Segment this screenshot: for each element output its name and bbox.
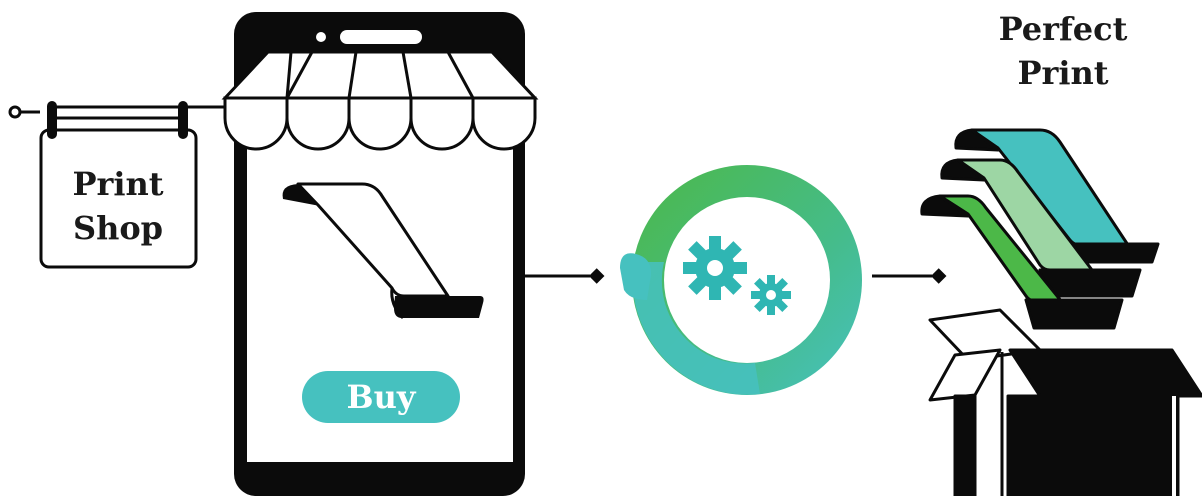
connector-left bbox=[525, 268, 605, 284]
print-flow-diagram: Print Shop Buy Perfect Print bbox=[8, 10, 1202, 496]
open-box-icon bbox=[928, 308, 1202, 496]
result-title-line1: Perfect bbox=[999, 10, 1128, 48]
buy-button-label[interactable]: Buy bbox=[347, 378, 417, 416]
buy-button[interactable]: Buy bbox=[302, 371, 460, 423]
result-group: Perfect Print bbox=[920, 10, 1202, 496]
printed-sheets-icon bbox=[920, 128, 1160, 330]
shop-awning-icon bbox=[221, 50, 539, 151]
phone-camera-icon bbox=[316, 32, 326, 42]
sign-text-line2: Shop bbox=[73, 209, 163, 247]
connector-right bbox=[872, 268, 947, 284]
phone-storefront: Buy bbox=[221, 12, 539, 496]
shop-sign: Print Shop bbox=[8, 101, 238, 269]
processing-ring bbox=[620, 165, 862, 395]
sign-text-line1: Print bbox=[72, 165, 163, 203]
phone-speaker-icon bbox=[340, 30, 422, 44]
result-title-line2: Print bbox=[1017, 54, 1108, 92]
